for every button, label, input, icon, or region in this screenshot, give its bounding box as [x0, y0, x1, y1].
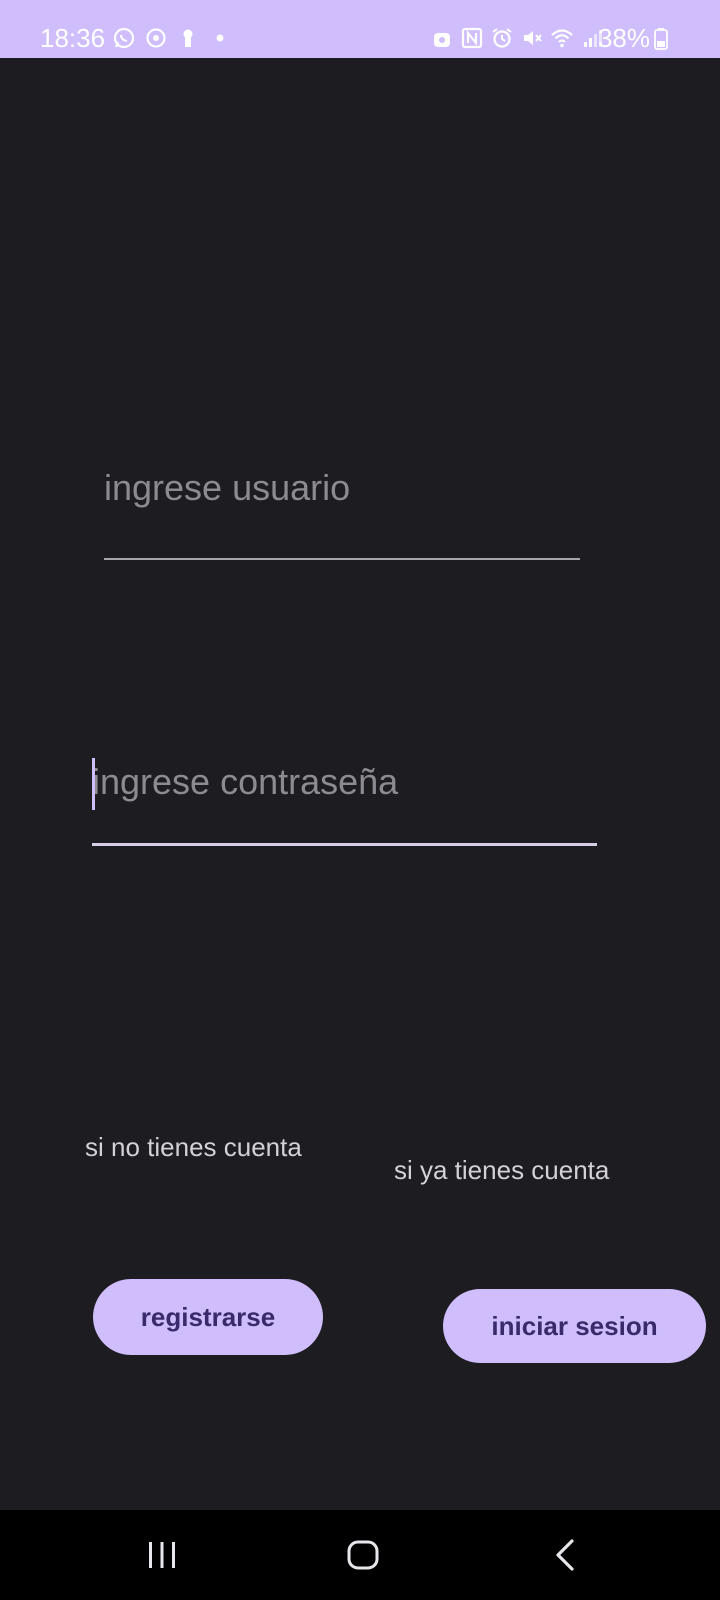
- vpn-icon: [434, 33, 450, 47]
- password-underline: [92, 843, 597, 846]
- keyhole-icon: [183, 29, 193, 47]
- password-field[interactable]: [92, 756, 597, 848]
- login-button[interactable]: iniciar sesion: [443, 1289, 706, 1363]
- status-left-icons: [112, 26, 232, 50]
- app-screen: 18:36 38% ingrese usuario si no tienes c…: [0, 0, 720, 1600]
- sync-icon: [146, 28, 166, 48]
- mute-icon: [524, 31, 542, 45]
- recents-button[interactable]: [132, 1530, 192, 1580]
- login-hint-text: si ya tienes cuenta: [394, 1155, 610, 1185]
- recents-icon: [149, 1542, 175, 1568]
- username-field[interactable]: [104, 462, 580, 562]
- register-button[interactable]: registrarse: [93, 1279, 323, 1355]
- alarm-icon: [492, 28, 512, 48]
- nfc-icon: [461, 27, 483, 49]
- status-right-icons: [430, 26, 604, 50]
- status-time: 18:36: [40, 23, 106, 53]
- battery-icon: [654, 28, 668, 50]
- home-icon: [347, 1540, 379, 1570]
- password-input[interactable]: [92, 758, 597, 806]
- text-cursor: [92, 758, 95, 810]
- back-button[interactable]: [535, 1530, 595, 1580]
- username-input[interactable]: [104, 464, 580, 512]
- register-hint-text: si no tienes cuenta: [85, 1132, 302, 1162]
- back-icon: [556, 1539, 574, 1571]
- username-underline: [104, 558, 580, 560]
- wifi-icon: [551, 29, 573, 48]
- battery-percent: 38%: [597, 23, 650, 53]
- whatsapp-icon: [113, 27, 135, 49]
- dot-icon: [216, 34, 224, 42]
- status-bar: 18:36 38%: [0, 0, 720, 58]
- home-button[interactable]: [333, 1530, 393, 1580]
- navigation-bar: [0, 1510, 720, 1600]
